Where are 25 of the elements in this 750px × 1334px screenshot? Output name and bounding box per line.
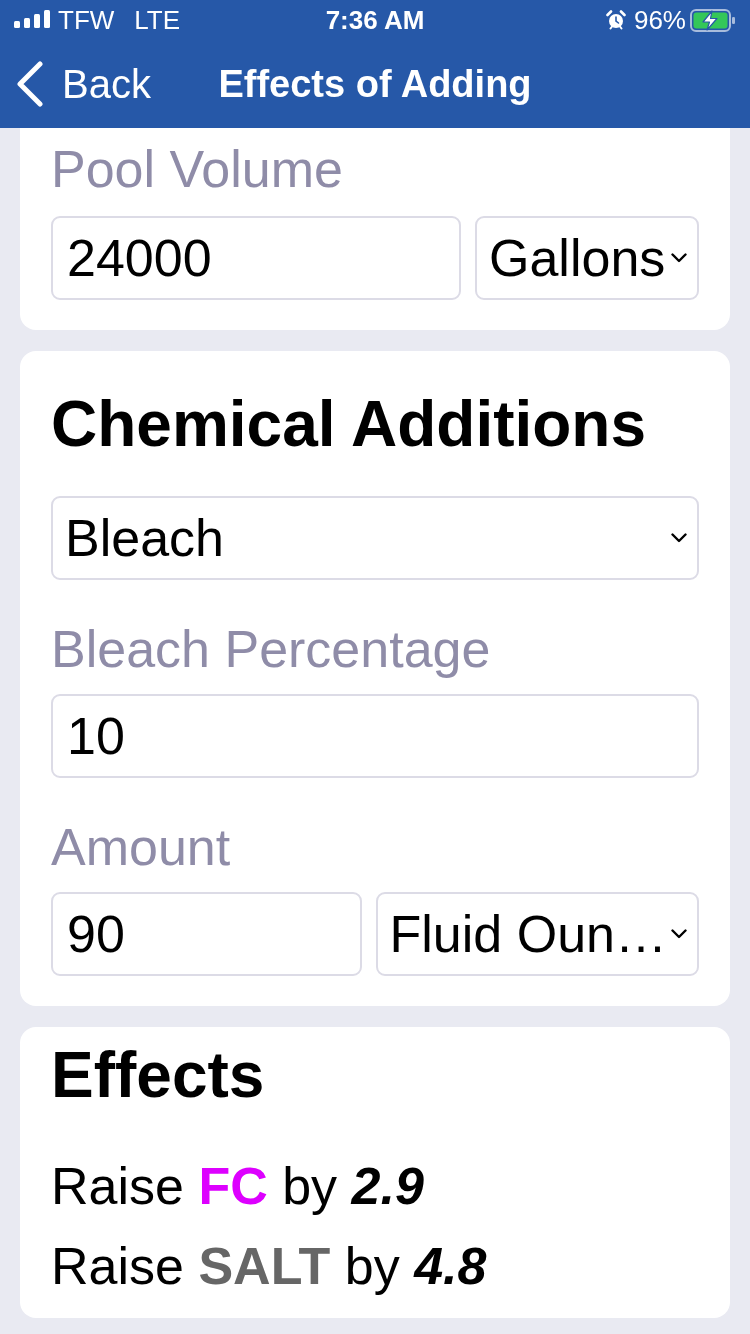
effect-line: Raise FC by 2.9	[51, 1156, 425, 1217]
field-label: Bleach Percentage	[51, 619, 492, 679]
section-title: Chemical Additions	[51, 387, 648, 461]
carrier-name: TFW	[58, 4, 115, 36]
percentage-field[interactable]: 10	[51, 694, 699, 778]
status-time: 7:36 AM	[325, 4, 425, 36]
field-label: Amount	[51, 817, 232, 877]
section-title: Effects	[51, 1038, 266, 1112]
network-type: LTE	[134, 4, 181, 36]
nav-title: Effects of Adding	[218, 62, 532, 106]
unit-select[interactable]: Gallons	[475, 216, 699, 300]
field-label: Pool Volume	[51, 139, 344, 199]
chevron-left-icon	[16, 61, 44, 107]
battery-percentage: 96%	[633, 4, 686, 36]
signal-bars-icon	[14, 10, 50, 28]
pool-volume-field[interactable]: 24000	[51, 216, 461, 300]
effect-line: Raise SALT by 4.8	[51, 1236, 488, 1297]
amount-field[interactable]: 90	[51, 892, 362, 976]
chemical-select[interactable]: Bleach	[51, 496, 699, 580]
unit-select[interactable]: Fluid Oun…	[375, 892, 699, 976]
chevron-down-icon	[671, 929, 687, 939]
chevron-down-icon	[671, 253, 687, 263]
chevron-down-icon	[671, 533, 687, 543]
alarm-clock-icon	[605, 10, 626, 30]
back-button[interactable]: Back	[0, 54, 151, 114]
